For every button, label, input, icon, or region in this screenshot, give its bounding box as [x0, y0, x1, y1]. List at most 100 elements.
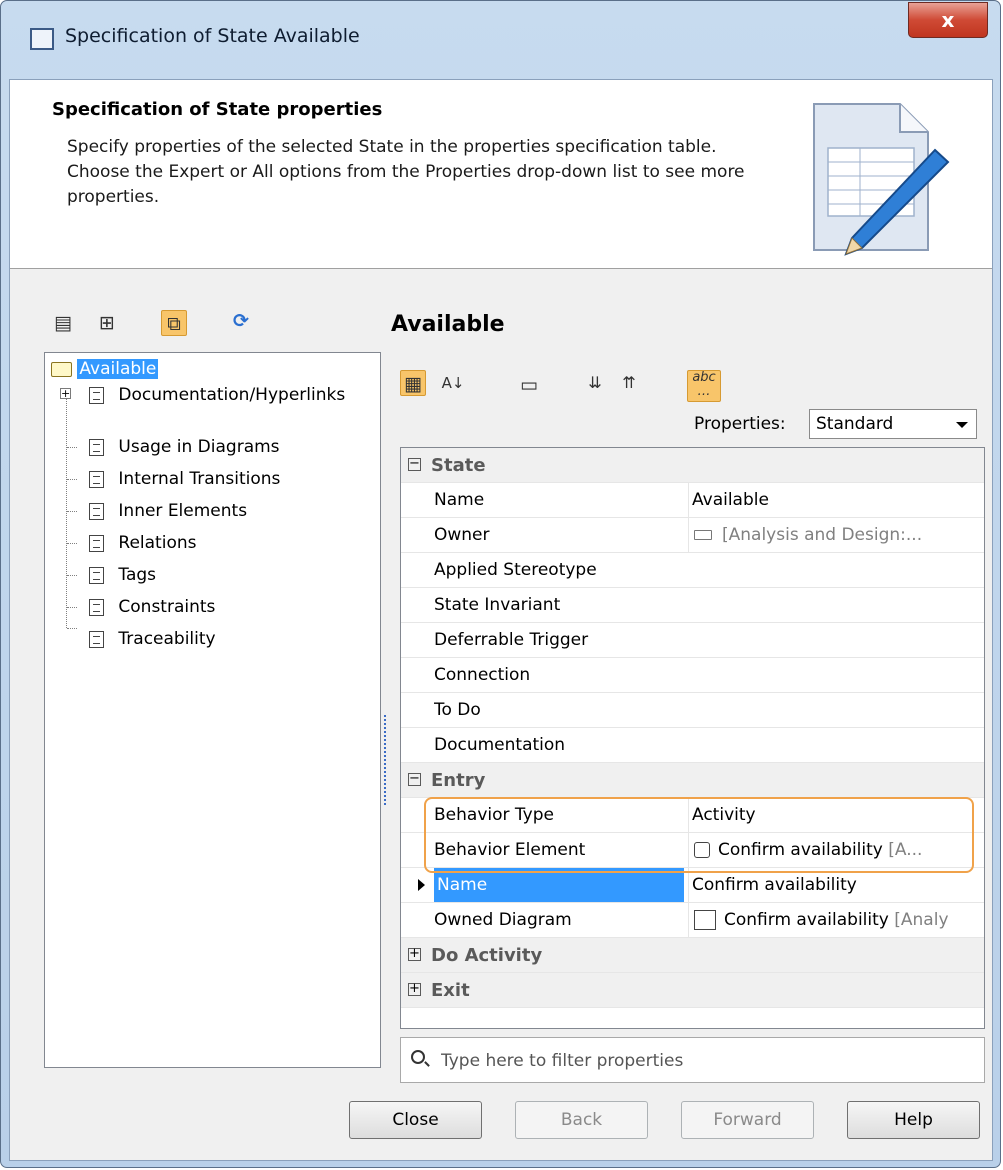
- property-name: Behavior Element: [434, 840, 586, 860]
- collapse-icon[interactable]: −: [408, 457, 421, 471]
- property-row[interactable]: Behavior Type Activity: [401, 798, 984, 833]
- panel-title: Available: [391, 312, 505, 337]
- title-bar: Specification of State Available x: [1, 1, 1000, 79]
- tree-connector: [67, 628, 77, 629]
- tree-connector: [67, 607, 77, 608]
- tree-item[interactable]: Documentation/Hyperlinks: [89, 382, 345, 408]
- owned-diagram-value: Confirm availability: [724, 910, 889, 930]
- property-row[interactable]: Owner [Analysis and Design:...: [401, 518, 984, 553]
- property-name: Name: [434, 868, 684, 902]
- owned-diagram-suffix: [Analy: [894, 910, 949, 930]
- property-grid: − State Name Available Owner [Analysis a…: [400, 447, 985, 1029]
- tree-item[interactable]: Usage in Diagrams: [89, 434, 280, 460]
- list-view-icon[interactable]: ▤: [50, 310, 76, 336]
- tree-item[interactable]: Traceability: [89, 626, 216, 652]
- tree-item[interactable]: Inner Elements: [89, 498, 247, 524]
- help-button[interactable]: Help: [847, 1101, 980, 1139]
- property-name: State Invariant: [434, 595, 561, 615]
- property-value[interactable]: Available: [688, 483, 984, 517]
- document-icon: [89, 566, 104, 584]
- category-label: Exit: [431, 980, 470, 1001]
- property-row[interactable]: Owned Diagram Confirm availability [Anal…: [401, 903, 984, 938]
- app-icon: [30, 28, 54, 50]
- forward-button[interactable]: Forward: [681, 1101, 814, 1139]
- category-exit[interactable]: + Exit: [401, 973, 984, 1008]
- tree-item[interactable]: Constraints: [89, 594, 215, 620]
- abc-names-icon[interactable]: abc…: [687, 370, 721, 402]
- refresh-icon[interactable]: ⟳: [228, 308, 254, 334]
- navigation-tree[interactable]: Available + Documentation/Hyperlinks Usa…: [44, 352, 381, 1068]
- properties-dropdown[interactable]: Standard: [809, 409, 977, 439]
- property-value[interactable]: [Analysis and Design:...: [688, 518, 984, 552]
- activity-icon: [694, 842, 710, 858]
- tree-expander[interactable]: +: [60, 388, 71, 399]
- window-title: Specification of State Available: [65, 25, 360, 47]
- tree-connector: [67, 543, 77, 544]
- document-icon: [89, 598, 104, 616]
- window-close-button[interactable]: x: [908, 2, 988, 38]
- document-icon: [89, 534, 104, 552]
- property-name: Deferrable Trigger: [434, 630, 589, 650]
- property-row[interactable]: Documentation: [401, 728, 984, 763]
- property-row-selected[interactable]: Name Confirm availability: [401, 868, 984, 903]
- property-name: Owner: [434, 525, 490, 545]
- chevron-down-icon: [956, 422, 968, 428]
- category-entry[interactable]: − Entry: [401, 763, 984, 798]
- sort-alphabetical-icon[interactable]: A↓: [440, 370, 466, 396]
- property-row[interactable]: Applied Stereotype: [401, 553, 984, 588]
- collapse-icon[interactable]: −: [408, 772, 421, 786]
- categorized-view-icon[interactable]: ▦: [400, 370, 426, 396]
- description-icon[interactable]: ▭: [516, 372, 542, 398]
- panel-splitter[interactable]: [384, 715, 389, 805]
- category-label: State: [431, 455, 486, 476]
- behavior-element-suffix: [A...: [888, 840, 923, 860]
- tree-item[interactable]: Internal Transitions: [89, 466, 280, 492]
- tree-connector: [67, 479, 77, 480]
- tree-view-icon[interactable]: ⊞: [94, 310, 120, 336]
- category-label: Do Activity: [431, 945, 543, 966]
- category-state[interactable]: − State: [401, 448, 984, 483]
- properties-dropdown-value: Standard: [816, 414, 894, 434]
- show-inherited-icon[interactable]: ⧉: [161, 310, 187, 336]
- dialog-header: Specification of State properties Specif…: [10, 80, 992, 269]
- close-button[interactable]: Close: [349, 1101, 482, 1139]
- document-icon: [89, 386, 104, 404]
- expand-icon[interactable]: +: [408, 947, 421, 961]
- tree-item[interactable]: Relations: [89, 530, 196, 556]
- search-icon: [411, 1050, 425, 1064]
- property-value[interactable]: Activity: [688, 798, 984, 832]
- tree-connector: [67, 575, 77, 576]
- filter-input[interactable]: [439, 1046, 973, 1076]
- property-row[interactable]: Connection: [401, 658, 984, 693]
- property-name: Applied Stereotype: [434, 560, 597, 580]
- tree-root-label: Available: [77, 359, 159, 379]
- back-button[interactable]: Back: [515, 1101, 648, 1139]
- collapse-all-icon[interactable]: ⇈: [616, 370, 642, 396]
- current-row-marker-icon: [418, 879, 425, 891]
- expand-icon[interactable]: +: [408, 982, 421, 996]
- property-row[interactable]: Name Available: [401, 483, 984, 518]
- category-do-activity[interactable]: + Do Activity: [401, 938, 984, 973]
- property-row[interactable]: To Do: [401, 693, 984, 728]
- header-description: Specify properties of the selected State…: [67, 137, 745, 207]
- property-name: To Do: [434, 700, 481, 720]
- property-value[interactable]: Confirm availability: [688, 868, 984, 902]
- property-row[interactable]: Behavior Element Confirm availability [A…: [401, 833, 984, 868]
- property-name: Name: [434, 490, 485, 510]
- document-icon: [89, 502, 104, 520]
- owner-value: [Analysis and Design:...: [722, 525, 923, 545]
- package-icon: [694, 530, 712, 540]
- property-name: Behavior Type: [434, 805, 554, 825]
- properties-label: Properties:: [694, 414, 786, 434]
- property-name: Connection: [434, 665, 531, 685]
- property-name: Documentation: [434, 735, 566, 755]
- tree-item[interactable]: Tags: [89, 562, 156, 588]
- tree-root[interactable]: Available: [51, 356, 159, 382]
- tree-connector: [67, 511, 77, 512]
- property-row[interactable]: State Invariant: [401, 588, 984, 623]
- expand-all-icon[interactable]: ⇊: [582, 370, 608, 396]
- document-icon: [89, 438, 104, 456]
- property-value[interactable]: Confirm availability [A...: [688, 833, 984, 867]
- property-row[interactable]: Deferrable Trigger: [401, 623, 984, 658]
- property-value[interactable]: Confirm availability [Analy: [688, 903, 984, 937]
